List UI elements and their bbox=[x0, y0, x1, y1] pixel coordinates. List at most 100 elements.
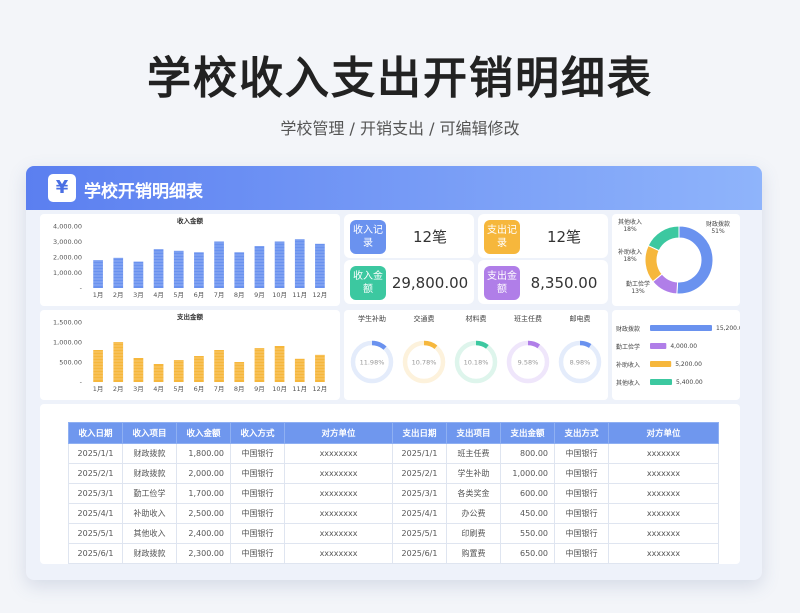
table-cell: 2025/3/1 bbox=[68, 483, 123, 504]
x-tick-label: 2月 bbox=[113, 385, 124, 393]
hbar-label: 财政拨款 bbox=[616, 325, 640, 333]
pie-pct: 18% bbox=[623, 256, 637, 263]
bar bbox=[194, 356, 204, 382]
table-header-cell: 支出金额 bbox=[500, 422, 555, 444]
stat-value: 8,350.00 bbox=[530, 274, 598, 292]
table-cell: 中国银行 bbox=[230, 463, 285, 484]
table-cell: 2025/2/1 bbox=[68, 463, 123, 484]
income-share-panel: 财政拨款 51% 勤工俭学 13% 补助收入 18% 其他收入 18% bbox=[612, 214, 740, 306]
table-cell: 勤工俭学 bbox=[122, 483, 177, 504]
income-bar-chart: 收入金额 4,000.00 3,000.00 2,000.00 1,000.00 - 1月 2… bbox=[53, 216, 327, 299]
table-cell: 2,300.00 bbox=[176, 543, 231, 564]
ring-value: 8.98% bbox=[570, 359, 591, 367]
ring-value: 10.18% bbox=[464, 359, 489, 367]
pie-slice bbox=[676, 225, 714, 295]
table-cell: 2025/4/1 bbox=[68, 503, 123, 524]
x-tick-label: 4月 bbox=[153, 291, 164, 299]
table-cell: 1,000.00 bbox=[500, 463, 555, 484]
x-tick-label: 6月 bbox=[194, 291, 205, 299]
table-cell: 2025/1/1 bbox=[392, 443, 447, 464]
ring-value: 10.78% bbox=[412, 359, 437, 367]
hbar-value: 4,000.00 bbox=[670, 343, 697, 350]
ring-label: 班主任费 bbox=[514, 314, 542, 323]
page-title: 学校收入支出开销明细表 bbox=[147, 53, 653, 104]
table-cell: 2,500.00 bbox=[176, 503, 231, 524]
chart-title: 收入金额 bbox=[177, 216, 204, 225]
table-cell: xxxxxxxx bbox=[284, 523, 393, 544]
stat-card: 支出金额 8,350.00 bbox=[478, 260, 608, 304]
table-header-cell: 收入方式 bbox=[230, 422, 285, 444]
ring-label: 邮电费 bbox=[570, 314, 591, 323]
card-header: ¥ 学校开销明细表 bbox=[26, 166, 762, 210]
table-cell: 2025/4/1 bbox=[392, 503, 447, 524]
x-tick-label: 2月 bbox=[113, 291, 124, 299]
table-row: 2025/3/1 勤工俭学 1,700.00 中国银行 xxxxxxxx 2025/3/1… bbox=[68, 483, 719, 504]
x-tick-label: 9月 bbox=[254, 385, 265, 393]
stat-card: 收入金额 29,800.00 bbox=[344, 260, 474, 304]
x-tick-label: 10月 bbox=[272, 385, 287, 393]
pie-pct: 18% bbox=[623, 226, 637, 233]
x-tick-label: 3月 bbox=[133, 385, 144, 393]
table-cell: 2025/5/1 bbox=[68, 523, 123, 544]
pie-label: 其他收入 bbox=[618, 218, 642, 226]
x-tick-label: 11月 bbox=[292, 291, 307, 299]
table-cell: 中国银行 bbox=[554, 443, 609, 464]
table-header-cell: 收入项目 bbox=[122, 422, 177, 444]
pie-label: 补助收入 bbox=[618, 248, 642, 256]
income-source-bars: 财政拨款 15,200.00 勤工俭学 4,000.00 补助收入 5,200.00 其他收… bbox=[616, 325, 747, 387]
table-cell: 学生补助 bbox=[446, 463, 501, 484]
bar bbox=[214, 241, 224, 288]
expense-chart-panel: 支出金额 1,500.00 1,000.00 500.00 - 1月 2月 3月 4月 5月 6月 7… bbox=[40, 310, 340, 400]
expense-ratio-panel: 学生补助 11.98% 交通费 10.78% 材料费 10.18% 班主任费 9.58% 邮电费… bbox=[344, 310, 608, 400]
x-tick-label: 1月 bbox=[93, 291, 104, 299]
income-source-panel: 财政拨款 15,200.00 勤工俭学 4,000.00 补助收入 5,200.00 其他收… bbox=[612, 310, 747, 400]
table-cell: xxxxxxx bbox=[608, 503, 719, 524]
detail-table: 收入日期 收入项目 收入金额 收入方式 对方单位 支出日期 支出项目 支出金额 支出方式 对方单位… bbox=[68, 422, 719, 564]
expense-bar-chart: 支出金额 1,500.00 1,000.00 500.00 - 1月 2月 3月 4月 5月 6月 7… bbox=[53, 312, 327, 393]
bar bbox=[254, 348, 265, 382]
table-header-cell: 收入金额 bbox=[176, 422, 231, 444]
table-row: 2025/5/1 其他收入 2,400.00 中国银行 xxxxxxxx 2025/5/1… bbox=[68, 523, 719, 544]
yuan-icon: ¥ bbox=[48, 174, 76, 202]
table-header-row: 收入日期 收入项目 收入金额 收入方式 对方单位 支出日期 支出项目 支出金额 支出方式 对方单位 bbox=[68, 422, 719, 444]
table-cell: 600.00 bbox=[500, 483, 555, 504]
hbar-value: 15,200.00 bbox=[716, 325, 740, 332]
x-tick-label: 5月 bbox=[173, 385, 184, 393]
bar bbox=[173, 250, 184, 288]
bar bbox=[294, 239, 305, 288]
x-tick-label: 11月 bbox=[292, 385, 307, 393]
y-tick-label: 500.00 bbox=[59, 359, 82, 367]
hbar-value: 5,200.00 bbox=[675, 361, 702, 368]
stat-badge: 收入记录 bbox=[350, 220, 386, 254]
pie-pct: 13% bbox=[631, 288, 645, 295]
table-cell: xxxxxxx bbox=[608, 543, 719, 564]
card-title: 学校开销明细表 bbox=[84, 182, 203, 202]
table-cell: xxxxxxxx bbox=[284, 483, 393, 504]
table-cell: 其他收入 bbox=[122, 523, 177, 544]
table-header-cell: 支出日期 bbox=[392, 422, 447, 444]
table-cell: xxxxxxxx bbox=[284, 443, 393, 464]
pie-label: 勤工俭学 bbox=[626, 280, 650, 288]
hbar-label: 勤工俭学 bbox=[616, 343, 640, 351]
table-cell: 2,400.00 bbox=[176, 523, 231, 544]
table-cell: xxxxxxxx bbox=[284, 543, 393, 564]
x-tick-label: 8月 bbox=[234, 385, 245, 393]
income-chart-panel: 收入金额 4,000.00 3,000.00 2,000.00 1,000.00 - 1月 2… bbox=[40, 214, 340, 306]
table-cell: 中国银行 bbox=[554, 483, 609, 504]
table-cell: xxxxxxx bbox=[608, 523, 719, 544]
x-tick-label: 1月 bbox=[93, 385, 104, 393]
hbar bbox=[650, 379, 673, 385]
table-cell: 450.00 bbox=[500, 503, 555, 524]
hbar bbox=[650, 325, 712, 331]
bar bbox=[315, 354, 325, 382]
stat-value: 29,800.00 bbox=[391, 274, 469, 292]
x-tick-label: 4月 bbox=[153, 385, 164, 393]
x-tick-label: 7月 bbox=[214, 385, 225, 393]
table-cell: 中国银行 bbox=[554, 543, 609, 564]
table-header-cell: 对方单位 bbox=[284, 422, 393, 444]
y-tick-label: 1,500.00 bbox=[53, 319, 82, 327]
stat-card: 支出记录 12笔 bbox=[478, 214, 608, 258]
y-tick-label: - bbox=[80, 285, 83, 293]
hbar bbox=[650, 361, 672, 367]
table-row: 2025/2/1 财政拨款 2,000.00 中国银行 xxxxxxxx 2025/2/1… bbox=[68, 463, 719, 484]
